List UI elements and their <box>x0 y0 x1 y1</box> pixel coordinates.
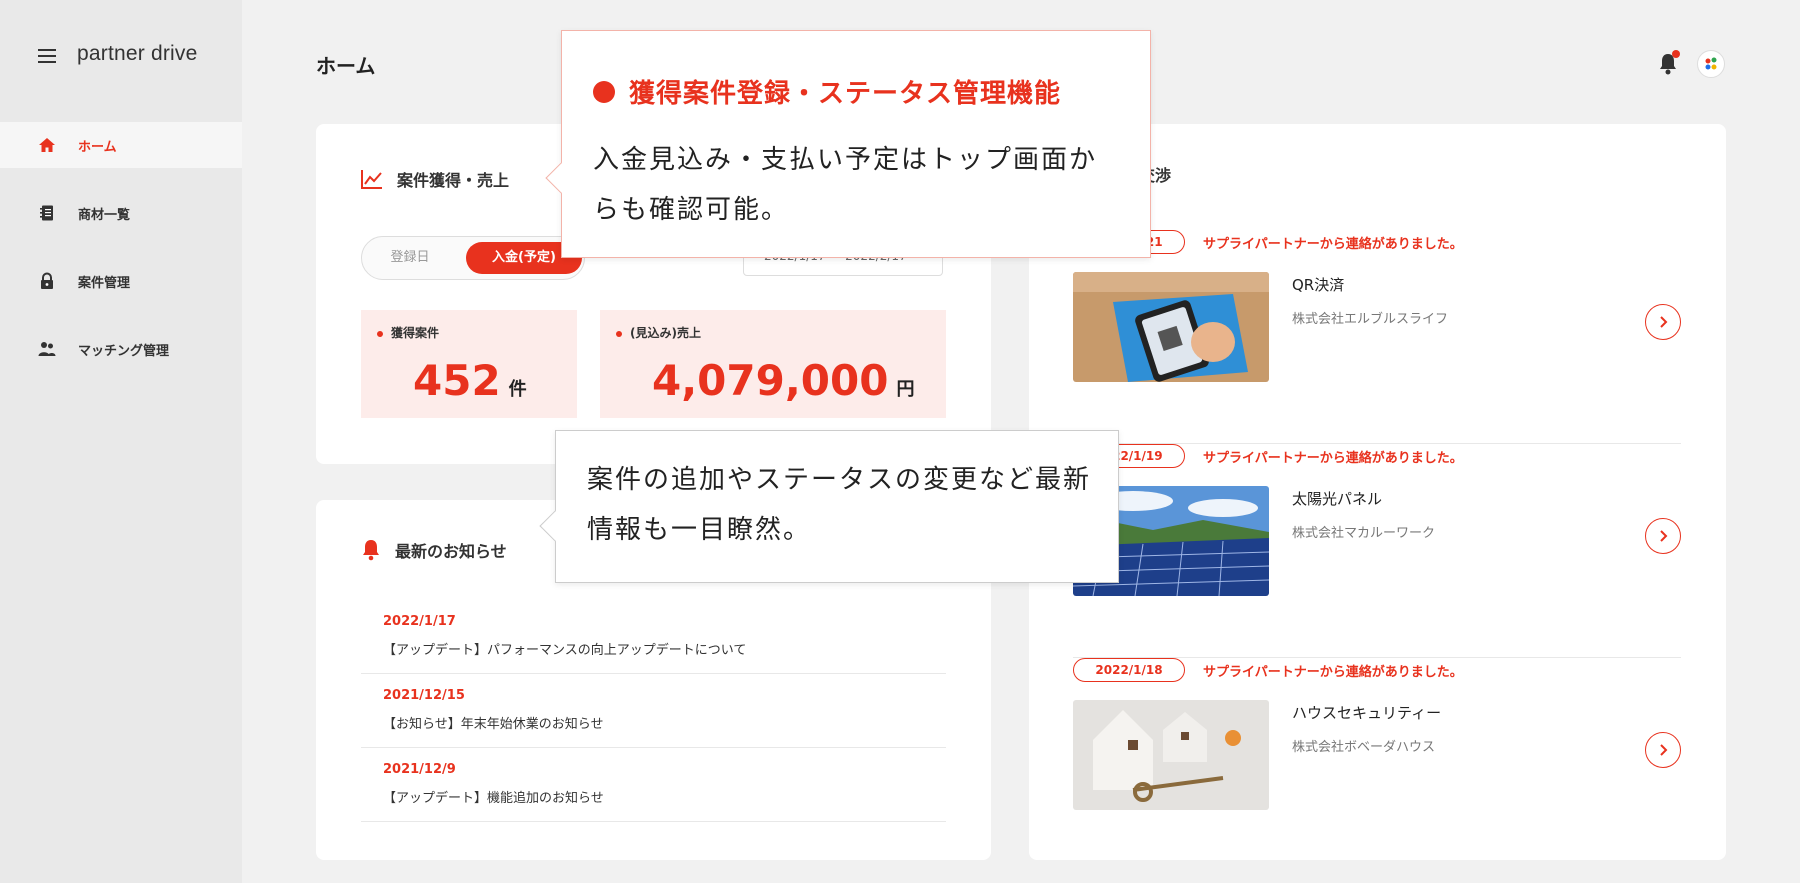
company-name: 株式会社エルブルスライフ <box>1292 312 1449 327</box>
chevron-right-icon[interactable] <box>1645 304 1681 340</box>
avatar-logo-icon <box>1705 57 1717 70</box>
chevron-right-icon[interactable] <box>1645 518 1681 554</box>
callout-body: 入金見込み・支払い予定はトップ画面からも確認可能。 <box>593 145 1098 225</box>
negotiation-item[interactable]: 2022/1/19 サプライパートナーから連絡がありました。 太陽光パネル 株式… <box>1073 444 1681 658</box>
news-date: 2021/12/15 <box>383 688 465 703</box>
toggle-registered-date[interactable]: 登録日 <box>380 242 440 274</box>
news-item[interactable]: 2022/1/17 【アップデート】パフォーマンスの向上アップデートについて <box>361 600 946 674</box>
bell-icon <box>363 540 379 561</box>
news-card-title-text: 最新のお知らせ <box>395 542 507 561</box>
acquired-deals-stat: 獲得案件 452 件 <box>361 310 577 418</box>
negotiation-message: サプライパートナーから連絡がありました。 <box>1203 237 1463 252</box>
sidebar-header: partner drive <box>0 0 242 122</box>
people-icon <box>38 342 56 356</box>
news-list: 2022/1/17 【アップデート】パフォーマンスの向上アップデートについて 2… <box>361 600 946 822</box>
news-date: 2021/12/9 <box>383 762 456 777</box>
company-name: 株式会社マカルーワーク <box>1292 526 1436 541</box>
news-item[interactable]: 2021/12/9 【アップデート】機能追加のお知らせ <box>361 748 946 822</box>
callout-title: 獲得案件登録・ステータス管理機能 <box>593 73 1061 110</box>
sidebar-item-matching[interactable]: マッチング管理 <box>0 326 242 372</box>
sidebar-item-label: 商材一覧 <box>78 207 131 223</box>
product-name: ハウスセキュリティー <box>1292 704 1442 722</box>
stat-value: 4,079,000 円 <box>652 360 914 402</box>
product-image-house-security <box>1073 700 1269 810</box>
expected-sales-stat: (見込み)売上 4,079,000 円 <box>600 310 946 418</box>
news-text: 【アップデート】パフォーマンスの向上アップデートについて <box>383 643 747 658</box>
negotiation-item[interactable]: 2022/1/18 サプライパートナーから連絡がありました。 ハウスセキュリティ… <box>1073 658 1681 872</box>
notification-dot <box>1672 50 1680 58</box>
negotiation-message: サプライパートナーから連絡がありました。 <box>1203 665 1463 680</box>
sidebar-item-label: 案件管理 <box>78 275 131 291</box>
callout-body: 案件の追加やステータスの変更など最新情報も一目瞭然。 <box>587 465 1092 545</box>
logo[interactable]: partner drive <box>77 42 198 66</box>
date-type-toggle[interactable]: 登録日 入金(予定) <box>361 236 585 280</box>
stat-unit: 件 <box>508 379 527 400</box>
news-item[interactable]: 2021/12/15 【お知らせ】年末年始休業のお知らせ <box>361 674 946 748</box>
stat-value: 452 件 <box>413 360 527 402</box>
negotiation-date-badge: 2022/1/18 <box>1073 658 1185 682</box>
sidebar-item-label: マッチング管理 <box>78 343 170 359</box>
avatar[interactable] <box>1697 50 1725 78</box>
news-date: 2022/1/17 <box>383 614 456 629</box>
negotiation-message: サプライパートナーから連絡がありました。 <box>1203 451 1463 466</box>
feature-callout-latest-info: 案件の追加やステータスの変更など最新情報も一目瞭然。 <box>539 430 1119 583</box>
stat-number: 4,079,000 <box>652 356 889 405</box>
sidebar-item-deals[interactable]: 案件管理 <box>0 258 242 304</box>
product-name: QR決済 <box>1292 276 1345 294</box>
notebook-icon <box>40 205 53 221</box>
page-title: ホーム <box>316 54 376 78</box>
stat-number: 452 <box>413 356 501 405</box>
news-card-title: 最新のお知らせ <box>361 538 507 562</box>
company-name: 株式会社ボベーダハウス <box>1292 740 1436 755</box>
news-text: 【アップデート】機能追加のお知らせ <box>383 791 604 806</box>
sidebar-item-label: ホーム <box>78 139 117 155</box>
sales-card-title: 案件獲得・売上 <box>361 167 509 191</box>
stat-label: (見込み)売上 <box>616 324 701 341</box>
chevron-right-icon[interactable] <box>1645 732 1681 768</box>
lock-icon <box>41 272 53 289</box>
chart-line-icon <box>361 170 382 189</box>
menu-icon[interactable] <box>38 49 56 63</box>
home-icon <box>39 138 55 152</box>
negotiation-item[interactable]: 2022/1/21 サプライパートナーから連絡がありました。 QR決済 株式会社… <box>1073 230 1681 444</box>
sidebar-item-products[interactable]: 商材一覧 <box>0 190 242 236</box>
news-text: 【お知らせ】年末年始休業のお知らせ <box>383 717 604 732</box>
product-image-qr-payment <box>1073 272 1269 382</box>
sales-card-title-text: 案件獲得・売上 <box>397 171 510 190</box>
stat-unit: 円 <box>896 379 915 400</box>
product-name: 太陽光パネル <box>1292 490 1383 508</box>
sidebar-nav: ホーム 商材一覧 案件管理 マッチング管理 <box>0 122 242 394</box>
feature-callout-deal-management: 獲得案件登録・ステータス管理機能 入金見込み・支払い予定はトップ画面からも確認可… <box>545 30 1151 258</box>
stat-label: 獲得案件 <box>377 324 439 341</box>
sidebar: partner drive ホーム 商材一覧 案件管理 マッチング管理 <box>0 0 242 883</box>
sidebar-item-home[interactable]: ホーム <box>0 122 242 168</box>
